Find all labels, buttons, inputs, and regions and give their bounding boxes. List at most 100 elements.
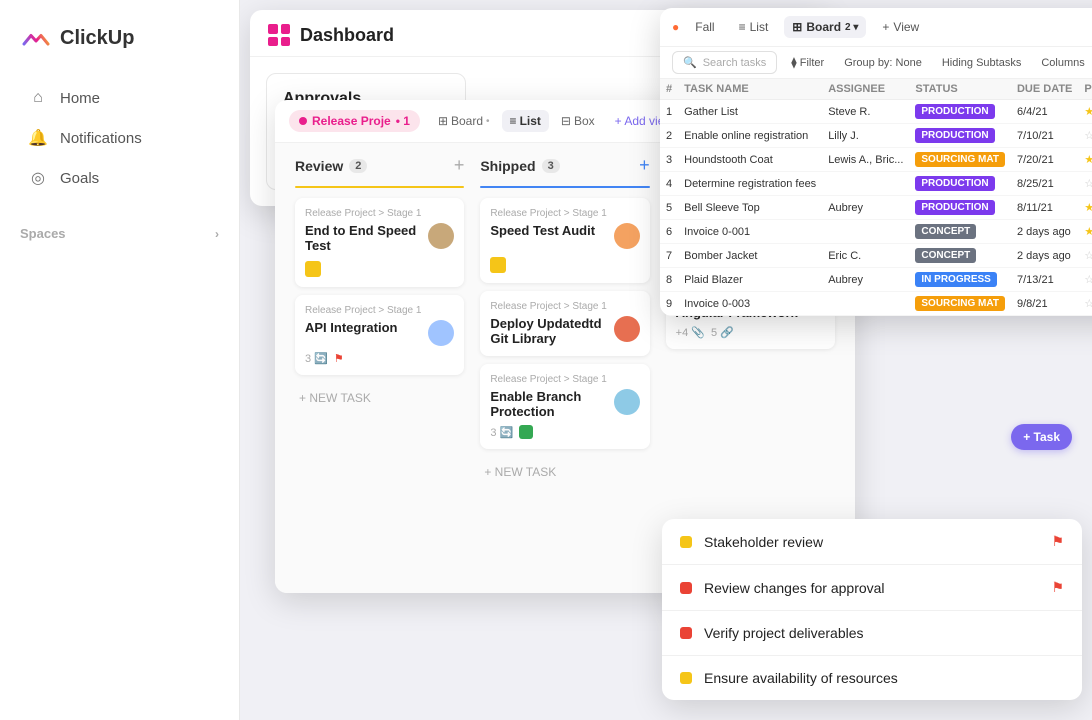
plus-icon: +: [882, 20, 889, 34]
card-top: End to End Speed Test: [305, 223, 454, 253]
data-table: # TASK NAME ASSIGNEE STATUS DUE DATE PRI…: [660, 79, 1092, 316]
col-shipped-add[interactable]: +: [639, 155, 650, 176]
avatar: [428, 223, 454, 249]
card-speed-audit[interactable]: Release Project > Stage 1 Speed Test Aud…: [480, 198, 649, 283]
project-badge[interactable]: Release Proje • 1: [289, 110, 420, 132]
col-review-count: 2: [349, 159, 367, 173]
table-row[interactable]: 3 Houndstooth Coat Lewis A., Bric... SOU…: [660, 148, 1092, 172]
sidebar-item-notifications[interactable]: 🔔 Notifications: [8, 118, 231, 158]
col-shipped-header: Shipped 3 +: [480, 155, 649, 176]
card-title: Enable Branch Protection: [490, 389, 607, 419]
col-header-taskname: TASK NAME: [678, 79, 822, 100]
card-title: Speed Test Audit: [490, 223, 607, 238]
table-row[interactable]: 5 Bell Sleeve Top Aubrey PRODUCTION 8/11…: [660, 196, 1092, 220]
cell-due: 7/10/21: [1011, 124, 1078, 148]
avatar: [428, 320, 454, 346]
task-item[interactable]: Ensure availability of resources: [662, 656, 1082, 700]
avatar: [614, 316, 640, 342]
tab-board-view[interactable]: ⊞ Board 2 ▾: [784, 16, 866, 38]
project-dot: [299, 117, 307, 125]
project-name: Release Proje: [312, 114, 391, 128]
card-deploy-git[interactable]: Release Project > Stage 1 Deploy Updated…: [480, 291, 649, 356]
cell-status: PRODUCTION: [909, 196, 1011, 220]
sidebar-navigation: ⌂ Home 🔔 Notifications ◎ Goals: [0, 70, 239, 206]
table-row[interactable]: 9 Invoice 0-003 SOURCING MAT 9/8/21 ☆ $2…: [660, 292, 1092, 316]
add-task-button[interactable]: + Task: [1011, 424, 1072, 450]
table-row[interactable]: 4 Determine registration fees PRODUCTION…: [660, 172, 1092, 196]
cell-assignee: Aubrey: [822, 196, 909, 220]
table-row[interactable]: 2 Enable online registration Lilly J. PR…: [660, 124, 1092, 148]
group-by-button[interactable]: Group by: None: [838, 55, 928, 71]
tab-view[interactable]: + View: [874, 16, 927, 38]
list-icon: ≡: [739, 20, 746, 34]
task-text: Verify project deliverables: [704, 625, 1064, 641]
cell-priority: ☆: [1078, 292, 1092, 316]
box-icon: ⊟: [561, 114, 571, 128]
main-content: Dashboard Approvals APPROVED Stakeholder…: [240, 0, 1092, 720]
logo-text: ClickUp: [60, 27, 134, 50]
board-label: Board: [806, 20, 841, 34]
cell-due: 2 days ago: [1011, 244, 1078, 268]
chevron-right-icon: ›: [215, 227, 219, 241]
filter-icon: ⧫: [791, 56, 796, 69]
clip-count: 5 🔗: [711, 326, 734, 339]
table-row[interactable]: 8 Plaid Blazer Aubrey IN PROGRESS 7/13/2…: [660, 268, 1092, 292]
sidebar-item-goals[interactable]: ◎ Goals: [8, 158, 231, 198]
goals-label: Goals: [60, 170, 99, 187]
attachment-count: +4 📎: [676, 326, 705, 339]
table-row[interactable]: 7 Bomber Jacket Eric C. CONCEPT 2 days a…: [660, 244, 1092, 268]
subtasks-button[interactable]: Hiding Subtasks: [936, 55, 1028, 71]
tab-box[interactable]: ⊟ Box: [553, 110, 603, 132]
columns-label: Columns: [1041, 57, 1084, 69]
cell-status: PRODUCTION: [909, 100, 1011, 124]
list-icon: ≡: [510, 114, 517, 128]
card-top: Deploy Updatedtd Git Library: [490, 316, 639, 346]
cell-num: 2: [660, 124, 678, 148]
cell-assignee: Steve R.: [822, 100, 909, 124]
col-header-priority: PRIORITY: [1078, 79, 1092, 100]
col-review-add[interactable]: +: [454, 155, 465, 176]
task-item[interactable]: Stakeholder review ⚑: [662, 519, 1082, 565]
cell-name: Enable online registration: [678, 124, 822, 148]
search-icon: 🔍: [683, 56, 697, 69]
sidebar-item-home[interactable]: ⌂ Home: [8, 78, 231, 118]
cell-status: SOURCING MAT: [909, 148, 1011, 172]
cell-status: IN PROGRESS: [909, 268, 1011, 292]
col-review-title: Review: [295, 158, 343, 174]
tab-list[interactable]: ≡ List: [502, 110, 549, 132]
cell-num: 3: [660, 148, 678, 172]
task-status-dot: [680, 536, 692, 548]
cell-priority: ★: [1078, 196, 1092, 220]
cell-num: 9: [660, 292, 678, 316]
filter-button[interactable]: ⧫ Filter: [785, 54, 830, 71]
spreadsheet-window: ● Fall ≡ List ⊞ Board 2 ▾ + View Automat…: [660, 8, 1092, 316]
shipped-new-task[interactable]: + NEW TASK: [480, 457, 649, 487]
task-count: 3 🔄: [305, 352, 328, 365]
task-item[interactable]: Verify project deliverables: [662, 611, 1082, 656]
task-status-dot: [680, 672, 692, 684]
subtasks-label: Hiding Subtasks: [942, 57, 1022, 69]
cell-name: Determine registration fees: [678, 172, 822, 196]
board-icon: ⊞: [438, 114, 448, 128]
flag-icon: ⚑: [334, 352, 344, 365]
review-new-task[interactable]: + NEW TASK: [295, 383, 464, 413]
task-item[interactable]: Review changes for approval ⚑: [662, 565, 1082, 611]
card-api-integration[interactable]: Release Project > Stage 1 API Integratio…: [295, 295, 464, 375]
card-meta: 3 🔄 ⚑: [305, 352, 454, 365]
search-box[interactable]: 🔍 Search tasks: [672, 51, 777, 74]
tab-board[interactable]: ⊞ Board •: [430, 110, 498, 132]
table-row[interactable]: 1 Gather List Steve R. PRODUCTION 6/4/21…: [660, 100, 1092, 124]
task-count: 3 🔄: [490, 426, 513, 439]
cell-status: CONCEPT: [909, 244, 1011, 268]
col-review-title-row: Review 2: [295, 158, 367, 174]
card-branch-protection[interactable]: Release Project > Stage 1 Enable Branch …: [480, 364, 649, 449]
dashboard-icon: [268, 24, 290, 46]
spaces-label: Spaces: [20, 226, 66, 241]
dashboard-title: Dashboard: [300, 25, 394, 46]
columns-button[interactable]: Columns: [1035, 55, 1090, 71]
table-row[interactable]: 6 Invoice 0-001 CONCEPT 2 days ago ★ $50…: [660, 220, 1092, 244]
card-speed-test[interactable]: Release Project > Stage 1 End to End Spe…: [295, 198, 464, 287]
tab-list-view[interactable]: ≡ List: [731, 16, 777, 38]
cell-status: SOURCING MAT: [909, 292, 1011, 316]
cell-num: 7: [660, 244, 678, 268]
